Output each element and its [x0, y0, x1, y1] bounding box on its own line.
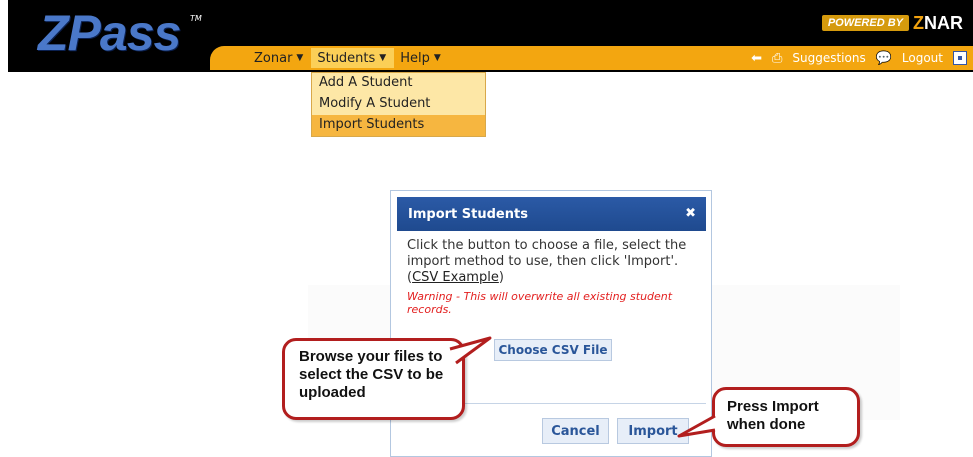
nav-zonar-label: Zonar — [254, 50, 293, 66]
powered-by-label: POWERED BY — [821, 15, 909, 31]
trademark-mark: TM — [190, 14, 202, 23]
nav-help-label: Help — [400, 50, 430, 66]
logout-icon[interactable] — [953, 51, 967, 65]
powered-by-zonar: POWERED BY ZNAR — [821, 12, 963, 34]
dialog-title-bar: Import Students ✖ — [397, 197, 706, 231]
dialog-title: Import Students — [408, 206, 528, 222]
close-icon[interactable]: ✖ — [685, 206, 696, 221]
instructions-close-paren: ) — [498, 270, 504, 285]
csv-example-link[interactable]: CSV Example — [412, 270, 499, 285]
main-nav-bar: Zonar ▼ Students ▼ Help ▼ ⬅ ⎙ Suggestion… — [210, 46, 973, 70]
menu-item-modify-student[interactable]: Modify A Student — [312, 94, 485, 115]
back-arrow-icon[interactable]: ⬅ — [751, 51, 762, 66]
menu-item-import-students[interactable]: Import Students — [312, 115, 485, 136]
callout-pointer-import — [677, 414, 716, 438]
caret-down-icon: ▼ — [433, 53, 441, 63]
students-dropdown-menu: Add A Student Modify A Student Import St… — [311, 72, 486, 137]
logout-link[interactable]: Logout — [902, 51, 943, 65]
suggestions-link[interactable]: Suggestions — [792, 51, 865, 65]
menu-item-add-student[interactable]: Add A Student — [312, 73, 485, 94]
nav-students-label: Students — [317, 50, 376, 66]
browse-callout-text: Browse your files to select the CSV to b… — [299, 348, 444, 401]
speech-bubble-icon[interactable]: 💬 — [876, 51, 892, 66]
overwrite-warning: Warning - This will overwrite all existi… — [407, 290, 673, 316]
import-callout-text: Press Import when done — [727, 398, 819, 433]
cancel-button[interactable]: Cancel — [542, 418, 609, 444]
print-icon[interactable]: ⎙ — [772, 51, 782, 66]
zpass-logo: ZPass — [38, 5, 181, 61]
zonar-brand-z: Z — [913, 12, 924, 33]
zonar-brand-rest: NAR — [924, 12, 963, 33]
nav-students[interactable]: Students ▼ — [311, 48, 395, 68]
browse-files-callout: Browse your files to select the CSV to b… — [282, 336, 492, 420]
choose-csv-file-button[interactable]: Choose CSV File — [494, 339, 612, 361]
nav-utilities: ⬅ ⎙ Suggestions 💬 Logout — [751, 51, 973, 66]
callout-pointer-browse — [449, 336, 492, 365]
nav-zonar[interactable]: Zonar ▼ — [248, 48, 311, 68]
nav-help[interactable]: Help ▼ — [394, 48, 449, 68]
dialog-instructions: Click the button to choose a file, selec… — [407, 238, 697, 286]
caret-down-icon: ▼ — [379, 53, 387, 63]
caret-down-icon: ▼ — [296, 53, 304, 63]
zonar-brand: ZNAR — [913, 13, 963, 34]
press-import-callout: Press Import when done — [677, 387, 860, 447]
